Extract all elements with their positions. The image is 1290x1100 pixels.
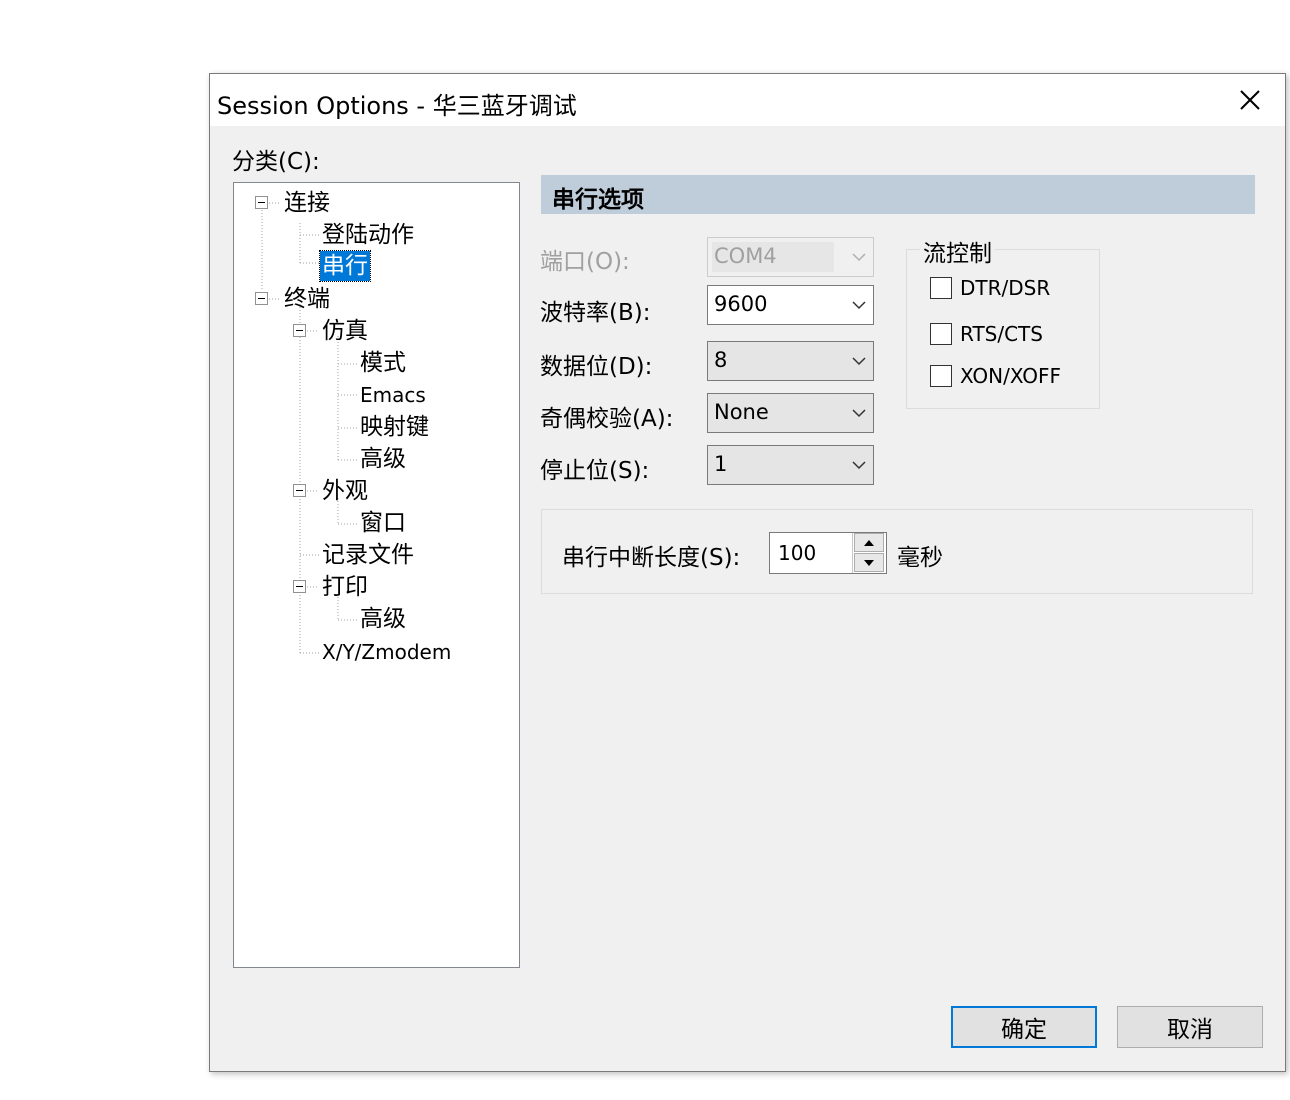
port-select[interactable]: COM4 <box>707 237 874 277</box>
ok-button[interactable]: 确定 <box>951 1006 1097 1048</box>
session-options-dialog: Session Options - 华三蓝牙调试 分类(C): 连接 登陆动作 … <box>209 73 1286 1072</box>
port-label: 端口(O): <box>540 249 630 275</box>
tree-item-window[interactable]: 窗口 <box>358 508 408 538</box>
tree-item-emulation[interactable]: 仿真 <box>320 316 370 346</box>
tree-item-emacs[interactable]: Emacs <box>358 380 428 410</box>
tree-item-print-advanced[interactable]: 高级 <box>358 604 408 634</box>
section-header: 串行选项 <box>541 175 1255 214</box>
rts-cts-checkbox[interactable]: RTS/CTS <box>930 320 1043 348</box>
section-title: 串行选项 <box>552 187 644 213</box>
tree-item-advanced[interactable]: 高级 <box>358 444 408 474</box>
baud-rate-select[interactable]: 9600 <box>707 285 874 325</box>
tree-item-xyzmodem[interactable]: X/Y/Zmodem <box>320 637 453 667</box>
tree-item-appearance[interactable]: 外观 <box>320 476 370 506</box>
dtr-dsr-checkbox[interactable]: DTR/DSR <box>930 274 1050 302</box>
close-button[interactable] <box>1215 74 1285 126</box>
chevron-down-icon <box>852 461 866 470</box>
tree-item-connection[interactable]: 连接 <box>282 188 332 218</box>
category-tree[interactable]: 连接 登陆动作 串行 终端 仿真 模式 Emacs 映射键 高级 外观 窗口 记… <box>233 182 520 968</box>
break-length-unit: 毫秒 <box>897 545 943 571</box>
port-value: COM4 <box>714 244 777 268</box>
cancel-button[interactable]: 取消 <box>1117 1006 1263 1048</box>
stop-bits-select[interactable]: 1 <box>707 445 874 485</box>
collapse-icon[interactable] <box>293 580 306 593</box>
category-label: 分类(C): <box>232 149 320 175</box>
spinner-buttons <box>852 533 886 573</box>
tree-item-serial[interactable]: 串行 <box>319 250 371 282</box>
tree-item-mapped-keys[interactable]: 映射键 <box>358 412 431 442</box>
close-icon <box>1240 90 1260 110</box>
data-bits-label: 数据位(D): <box>540 354 653 380</box>
dtr-dsr-label: DTR/DSR <box>960 276 1051 300</box>
tree-item-log-file[interactable]: 记录文件 <box>320 540 416 570</box>
checkbox-box[interactable] <box>930 365 952 387</box>
stop-bits-value: 1 <box>714 452 728 476</box>
tree-item-modes[interactable]: 模式 <box>358 348 408 378</box>
xon-xoff-checkbox[interactable]: XON/XOFF <box>930 362 1061 390</box>
parity-label: 奇偶校验(A): <box>540 406 674 432</box>
parity-value: None <box>714 400 769 424</box>
checkbox-box[interactable] <box>930 277 952 299</box>
chevron-down-icon <box>852 253 866 262</box>
tree-item-logon-actions[interactable]: 登陆动作 <box>320 220 416 250</box>
chevron-down-icon <box>852 301 866 310</box>
triangle-down-icon <box>864 559 874 566</box>
collapse-icon[interactable] <box>255 292 268 305</box>
spin-down-button[interactable] <box>854 553 884 572</box>
data-bits-select[interactable]: 8 <box>707 341 874 381</box>
xon-xoff-label: XON/XOFF <box>960 364 1062 388</box>
collapse-icon[interactable] <box>255 196 268 209</box>
title-bar: Session Options - 华三蓝牙调试 <box>210 74 1285 126</box>
checkbox-box[interactable] <box>930 323 952 345</box>
window-title: Session Options - 华三蓝牙调试 <box>217 92 577 120</box>
break-length-spinner[interactable]: 100 <box>769 532 887 574</box>
flow-control-title: 流控制 <box>920 234 995 268</box>
chevron-down-icon <box>852 357 866 366</box>
spin-up-button[interactable] <box>854 533 884 552</box>
tree-lines <box>261 202 358 654</box>
break-length-value: 100 <box>778 541 817 565</box>
tree-item-printing[interactable]: 打印 <box>320 572 370 602</box>
parity-select[interactable]: None <box>707 393 874 433</box>
data-bits-value: 8 <box>714 348 728 372</box>
triangle-up-icon <box>864 539 874 546</box>
collapse-icon[interactable] <box>293 324 306 337</box>
baud-rate-label: 波特率(B): <box>540 300 651 326</box>
collapse-icon[interactable] <box>293 484 306 497</box>
baud-rate-value: 9600 <box>714 292 768 316</box>
stop-bits-label: 停止位(S): <box>540 458 650 484</box>
break-length-label: 串行中断长度(S): <box>562 545 741 571</box>
chevron-down-icon <box>852 409 866 418</box>
rts-cts-label: RTS/CTS <box>960 322 1043 346</box>
tree-item-terminal[interactable]: 终端 <box>282 284 332 314</box>
